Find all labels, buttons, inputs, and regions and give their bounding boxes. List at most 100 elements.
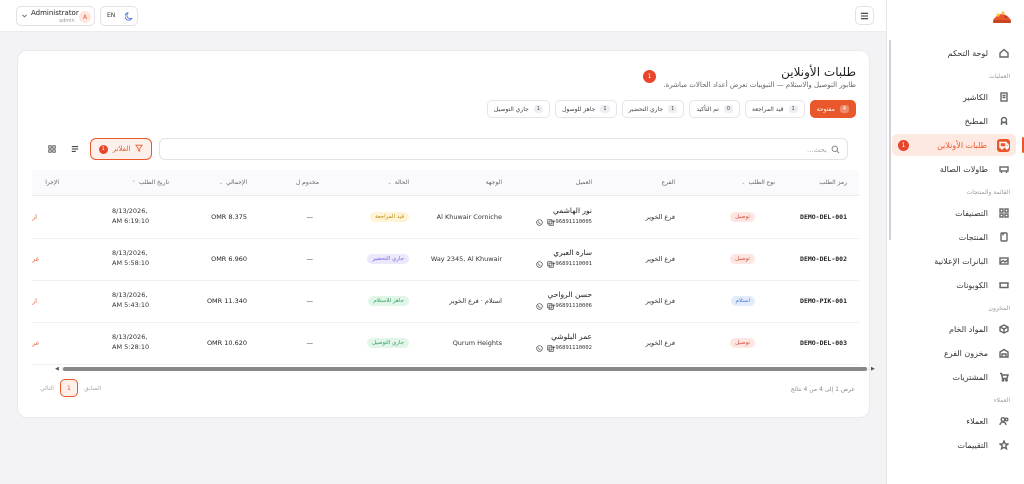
user-role: admin: [59, 18, 75, 24]
sidebar-item-label: مخزون الفرع: [943, 348, 988, 358]
row-action-link[interactable]: ار: [32, 297, 37, 305]
sidebar-item-kitchen[interactable]: المطبخ: [892, 110, 1016, 132]
scroll-left-arrow[interactable]: ◀: [55, 366, 59, 372]
prev-page-link[interactable]: السابق: [84, 385, 101, 392]
col-date[interactable]: تاريخ الطلب⌃: [132, 179, 169, 186]
tab-count: 4: [839, 105, 849, 113]
col-branch[interactable]: الفرع: [662, 179, 675, 186]
sidebar-item-branch-stock[interactable]: مخزون الفرع: [892, 342, 1016, 364]
col-status[interactable]: الحالة⌄: [388, 179, 409, 186]
home-icon: [998, 47, 1010, 59]
sidebar-item-cashier[interactable]: الكاشير: [892, 86, 1016, 108]
row-action-link[interactable]: ار: [32, 213, 37, 221]
sidebar-item-tables[interactable]: طاولات الصالة: [892, 158, 1016, 180]
scrollbar-thumb[interactable]: [63, 367, 867, 371]
sidebar-item-coupons[interactable]: الكوبونات: [892, 274, 1016, 296]
logo-icon: [993, 11, 1011, 23]
next-page-link[interactable]: التالي: [40, 385, 54, 392]
status-badge: قيد المراجعة: [370, 212, 409, 222]
tab-count: 0: [723, 105, 734, 113]
sidebar-item-label: طلبات الأونلاين: [937, 140, 987, 150]
user-menu[interactable]: Administrator admin A: [16, 6, 95, 26]
sidebar-item-dashboard[interactable]: لوحة التحكم: [892, 42, 1016, 64]
orders-table: رمز الطلب نوع الطلب⌄ الفرع العميل الوجهة…: [32, 170, 859, 372]
table-row[interactable]: DEMO-DEL-002 توصيل فرع الخوير سارة العبر…: [32, 239, 859, 281]
filter-icon: [135, 144, 144, 154]
tab-label: جاهز للوصول: [562, 105, 596, 113]
sidebar-item-label: المشتريات: [952, 372, 988, 382]
page-subtitle: طابور التوصيل والاستلام — التبويبات تعرض…: [663, 81, 856, 89]
page-number-current[interactable]: 1: [59, 379, 78, 397]
warehouse-icon: [998, 347, 1010, 359]
box-icon: [998, 231, 1010, 243]
order-type-badge: توصيل: [730, 338, 755, 348]
col-type[interactable]: نوع الطلب⌄: [741, 179, 775, 186]
driver: —: [306, 339, 314, 347]
col-code[interactable]: رمز الطلب: [819, 179, 847, 186]
sidebar-item-products[interactable]: المنتجات: [892, 226, 1016, 248]
tab-count: 1: [668, 105, 678, 113]
tab-under-review[interactable]: قيد المراجعة 1: [745, 100, 805, 118]
tab-confirmed[interactable]: تم التأكيد 0: [689, 100, 741, 118]
col-driver[interactable]: مخدوم ل: [296, 179, 319, 186]
tab-ready[interactable]: جاهز للوصول 1: [555, 100, 617, 118]
whatsapp-icon[interactable]: [536, 303, 543, 310]
sidebar-item-online-orders[interactable]: طلبات الأونلاين 1: [892, 134, 1024, 156]
copy-icon[interactable]: [547, 219, 554, 226]
sidebar-item-raw-materials[interactable]: المواد الخام: [892, 318, 1016, 340]
col-total-label: الإجمالي: [226, 179, 247, 186]
sidebar-item-ratings[interactable]: التقييمات: [892, 434, 1016, 456]
filters-label: الفلاتر: [112, 145, 131, 153]
pagination-info: عرض 1 إلى 4 من 4 نتائج: [790, 386, 855, 393]
cart-icon: [998, 371, 1010, 383]
sidebar-item-banners[interactable]: البانرات الإعلانية: [892, 250, 1016, 272]
tab-open[interactable]: مفتوحة 4: [809, 100, 856, 118]
status-tabs: مفتوحة 4 قيد المراجعة 1 تم التأكيد 0 جاري ا…: [486, 100, 856, 118]
search-icon: [831, 145, 840, 154]
col-total[interactable]: الإجمالي⌄: [219, 179, 247, 186]
filters-button[interactable]: الفلاتر 1: [90, 138, 152, 160]
customer-phone: +96891110002: [552, 345, 592, 351]
search-input[interactable]: [187, 142, 827, 157]
whatsapp-icon[interactable]: [536, 219, 543, 226]
hamburger-menu-button[interactable]: [855, 6, 874, 25]
grid-view-button[interactable]: [45, 142, 59, 156]
order-date: 8/13/2026,: [112, 333, 148, 341]
customer-phone: +96891110001: [552, 261, 592, 267]
horizontal-scrollbar[interactable]: [61, 367, 869, 371]
moon-icon[interactable]: [124, 11, 135, 21]
sidebar-item-label: الكوبونات: [956, 280, 988, 290]
row-action-link[interactable]: عر: [32, 255, 39, 263]
table-row[interactable]: DEMO-PIK-001 استلام فرع الخوير حسن الروا…: [32, 281, 859, 323]
order-code: DEMO-DEL-003: [800, 339, 847, 347]
copy-icon[interactable]: [547, 261, 554, 268]
table-header: رمز الطلب نوع الطلب⌄ الفرع العميل الوجهة…: [32, 170, 859, 196]
brand-logo[interactable]: [991, 6, 1013, 24]
order-time: AM 5:58:10: [112, 259, 150, 267]
sidebar-item-label: البانرات الإعلانية: [934, 256, 988, 266]
table-row[interactable]: DEMO-DEL-003 توصيل فرع الخوير عمر البلوش…: [32, 323, 859, 365]
whatsapp-icon[interactable]: [536, 345, 543, 352]
driver: —: [306, 255, 314, 263]
order-total: OMR 10.620: [206, 339, 247, 347]
row-action-link[interactable]: عر: [32, 339, 39, 347]
sidebar-item-purchases[interactable]: المشتريات: [892, 366, 1016, 388]
col-customer[interactable]: العميل: [576, 179, 592, 186]
copy-icon[interactable]: [547, 345, 554, 352]
copy-icon[interactable]: [547, 303, 554, 310]
col-destination[interactable]: الوجهة: [486, 179, 502, 186]
chevron-down-icon: [21, 12, 29, 21]
tab-preparing[interactable]: جاري التحضير 1: [621, 100, 685, 118]
scroll-right-arrow[interactable]: ▶: [871, 366, 875, 372]
sidebar-item-customers[interactable]: العملاء: [892, 410, 1016, 432]
sidebar-item-categories[interactable]: التصنيفات: [892, 202, 1016, 224]
language-toggle[interactable]: EN: [107, 12, 115, 19]
tab-count: 1: [788, 105, 798, 113]
image-icon: [998, 255, 1010, 267]
list-view-button[interactable]: [68, 142, 82, 156]
tab-delivering[interactable]: جاري التوصيل 1: [486, 100, 550, 118]
whatsapp-icon[interactable]: [536, 261, 543, 268]
title-count-badge: 1: [643, 70, 656, 83]
sidebar-section-menu: القائمة والمنتجات: [966, 189, 1010, 196]
table-row[interactable]: DEMO-DEL-001 توصيل فرع الخوير نور الهاشم…: [32, 197, 859, 239]
